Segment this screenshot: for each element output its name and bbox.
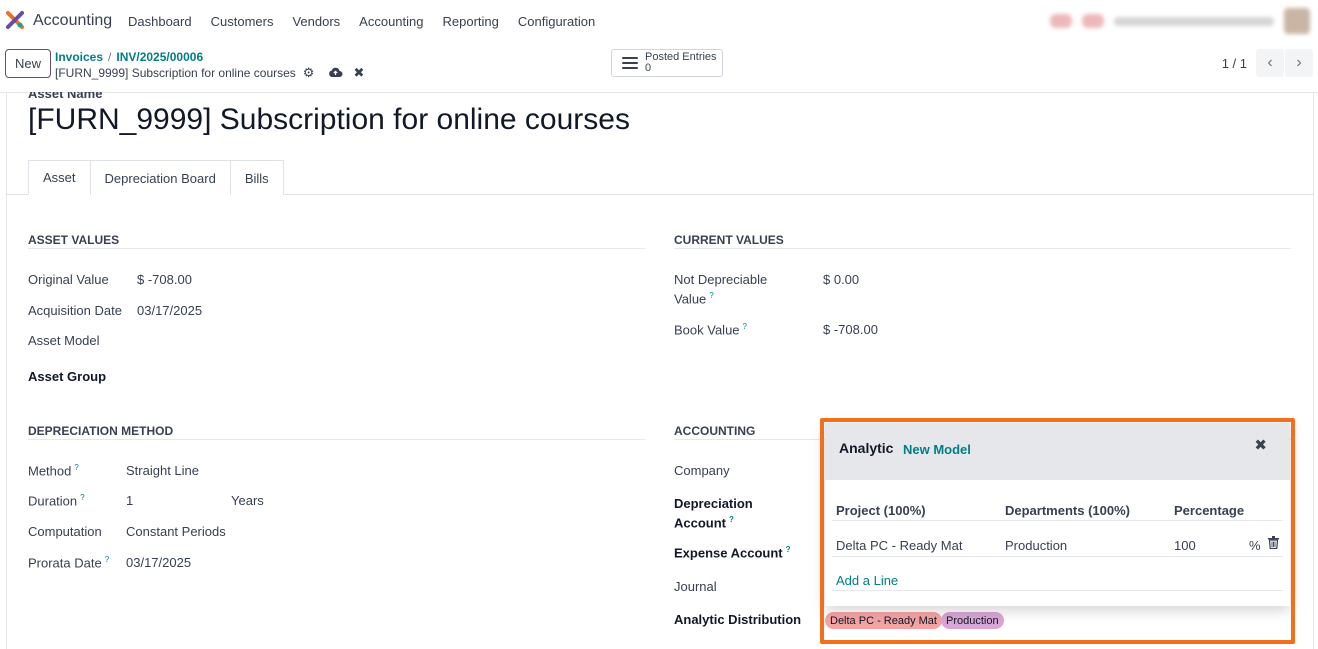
asset-group-label: Asset Group bbox=[28, 369, 107, 384]
method-value[interactable]: Straight Line bbox=[126, 463, 199, 478]
smart-button-count: 0 bbox=[645, 62, 652, 74]
pager-previous-button[interactable]: ‹ bbox=[1256, 49, 1284, 77]
gear-icon[interactable]: ⚙ bbox=[303, 65, 315, 81]
app-name[interactable]: Accounting bbox=[33, 12, 112, 30]
analytic-distribution-label: Analytic Distribution bbox=[674, 612, 802, 627]
original-value[interactable]: $ -708.00 bbox=[137, 272, 192, 287]
menu-accounting[interactable]: Accounting bbox=[359, 14, 423, 29]
acquisition-date[interactable]: 03/17/2025 bbox=[137, 303, 202, 318]
pager-next-button[interactable]: › bbox=[1285, 49, 1313, 77]
tab-asset[interactable]: Asset bbox=[28, 160, 91, 195]
journal-label: Journal bbox=[674, 579, 717, 594]
depreciation-account-label-cont: Account? bbox=[674, 515, 734, 531]
section-divider bbox=[674, 248, 1291, 249]
current-values-heading: CURRENT VALUES bbox=[674, 233, 784, 247]
duration-label: Duration? bbox=[28, 493, 85, 509]
top-navbar: Accounting Dashboard Customers Vendors A… bbox=[0, 0, 1318, 43]
not-depreciable-label: Not Depreciable bbox=[674, 272, 768, 287]
company-label: Company bbox=[674, 463, 730, 478]
asset-values-heading: ASSET VALUES bbox=[28, 233, 120, 247]
duration-unit[interactable]: Years bbox=[231, 493, 264, 508]
accounting-heading: ACCOUNTING bbox=[674, 424, 756, 438]
depreciation-account-label: Depreciation bbox=[674, 496, 753, 511]
book-value-label: Book Value? bbox=[674, 322, 747, 338]
expense-account-label: Expense Account? bbox=[674, 545, 791, 561]
breadcrumb-invoice-number[interactable]: INV/2025/00006 bbox=[116, 50, 203, 64]
help-icon[interactable]: ? bbox=[709, 291, 713, 300]
help-icon[interactable]: ? bbox=[743, 322, 747, 331]
help-icon[interactable]: ? bbox=[786, 545, 791, 554]
help-icon[interactable]: ? bbox=[729, 515, 734, 524]
not-depreciable-value[interactable]: $ 0.00 bbox=[823, 272, 859, 287]
breadcrumb-record-name: [FURN_9999] Subscription for online cour… bbox=[55, 66, 296, 80]
duration-value[interactable]: 1 bbox=[126, 493, 133, 508]
help-icon[interactable]: ? bbox=[80, 493, 84, 502]
menu-dashboard[interactable]: Dashboard bbox=[128, 14, 192, 29]
tab-depreciation-board[interactable]: Depreciation Board bbox=[89, 160, 231, 195]
breadcrumb-separator: / bbox=[108, 50, 112, 64]
help-icon[interactable]: ? bbox=[74, 463, 78, 472]
method-label: Method? bbox=[28, 463, 79, 479]
computation-value[interactable]: Constant Periods bbox=[126, 524, 226, 539]
accounting-app-icon[interactable] bbox=[6, 11, 24, 29]
menu-reporting[interactable]: Reporting bbox=[443, 14, 499, 29]
user-avatar[interactable] bbox=[1284, 8, 1310, 34]
computation-label: Computation bbox=[28, 524, 102, 539]
highlight-outline bbox=[820, 418, 1295, 644]
acquisition-date-label: Acquisition Date bbox=[28, 303, 122, 318]
posted-entries-smart-button[interactable]: Posted Entries 0 bbox=[611, 49, 723, 77]
control-panel: New Invoices / INV/2025/00006 [FURN_9999] … bbox=[0, 43, 1318, 93]
cloud-upload-icon[interactable] bbox=[328, 66, 343, 81]
section-divider bbox=[28, 248, 645, 249]
main-menu: Dashboard Customers Vendors Accounting R… bbox=[128, 14, 614, 29]
depreciation-method-heading: DEPRECIATION METHOD bbox=[28, 424, 174, 438]
menu-configuration[interactable]: Configuration bbox=[518, 14, 595, 29]
menu-customers[interactable]: Customers bbox=[211, 14, 274, 29]
messages-icon[interactable] bbox=[1082, 14, 1104, 28]
discard-x-icon[interactable]: ✖ bbox=[353, 65, 364, 81]
breadcrumb-invoices[interactable]: Invoices bbox=[55, 50, 103, 64]
not-depreciable-label-cont: Value? bbox=[674, 291, 714, 307]
tab-bills[interactable]: Bills bbox=[229, 160, 284, 195]
pager-value[interactable]: 1 / 1 bbox=[1222, 56, 1247, 71]
record-name-row: [FURN_9999] Subscription for online cour… bbox=[55, 65, 364, 81]
list-icon bbox=[622, 54, 638, 72]
asset-title[interactable]: [FURN_9999] Subscription for online cour… bbox=[28, 103, 630, 137]
prorata-date-value[interactable]: 03/17/2025 bbox=[126, 555, 191, 570]
original-value-label: Original Value bbox=[28, 272, 109, 287]
menu-vendors[interactable]: Vendors bbox=[292, 14, 340, 29]
company-switcher[interactable] bbox=[1114, 16, 1274, 26]
prorata-date-label: Prorata Date? bbox=[28, 555, 110, 571]
section-divider bbox=[28, 439, 645, 440]
new-button[interactable]: New bbox=[5, 49, 51, 78]
asset-model-label: Asset Model bbox=[28, 333, 100, 348]
help-icon[interactable]: ? bbox=[105, 555, 109, 564]
activity-icon[interactable] bbox=[1050, 14, 1072, 28]
chevron-left-icon: ‹ bbox=[1267, 54, 1273, 71]
book-value: $ -708.00 bbox=[823, 322, 878, 337]
systray-blurred bbox=[1050, 8, 1310, 34]
smart-button-label: Posted Entries bbox=[645, 51, 717, 63]
breadcrumb: Invoices / INV/2025/00006 bbox=[55, 50, 203, 64]
chevron-right-icon: › bbox=[1296, 54, 1302, 71]
notebook-tabs: Asset Depreciation Board Bills bbox=[28, 160, 284, 195]
